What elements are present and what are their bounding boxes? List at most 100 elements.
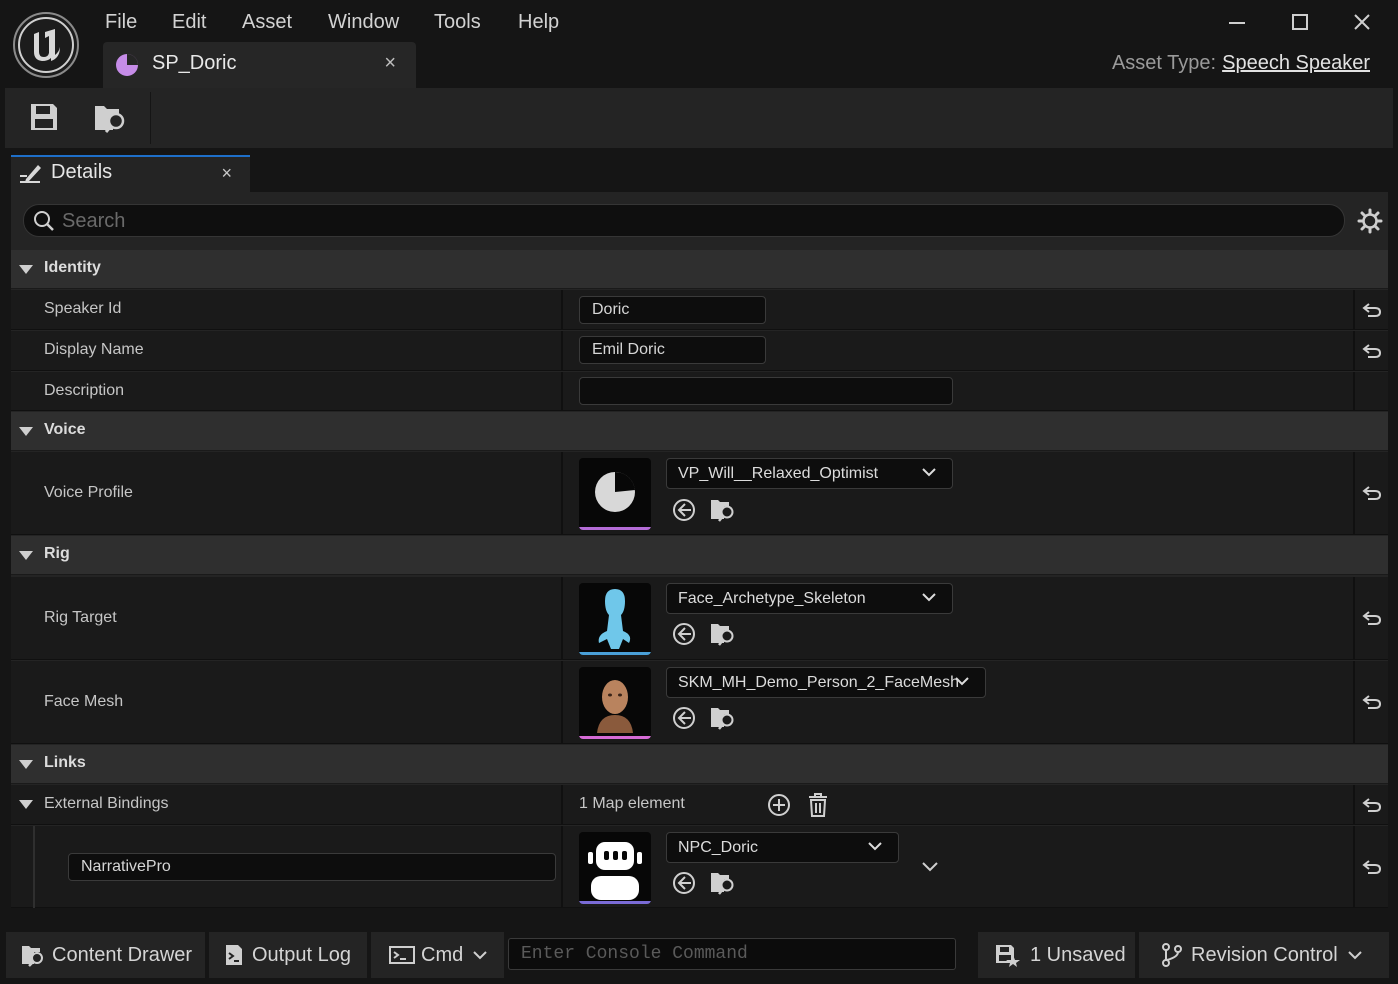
browse-asset-icon[interactable] [709, 705, 737, 731]
collapse-arrow-icon[interactable] [19, 551, 33, 560]
asset-type-info: Asset Type: Speech Speaker [1112, 52, 1370, 75]
revision-control-branch-icon [1161, 943, 1183, 967]
cmd-dropdown-button[interactable]: Cmd [371, 932, 504, 978]
category-rig[interactable]: Rig [11, 536, 1388, 575]
indent-guide [33, 826, 35, 908]
collapse-arrow-icon[interactable] [19, 265, 33, 274]
property-row-external-bindings: External Bindings 1 Map element [11, 785, 1388, 825]
speaker-id-label: Speaker Id [44, 300, 122, 317]
category-voice[interactable]: Voice [11, 412, 1388, 451]
display-name-label: Display Name [44, 341, 144, 358]
description-field[interactable] [579, 377, 953, 405]
property-row-rig-target: Rig Target Face_Archetype_Skeleton [11, 577, 1388, 660]
reset-to-default-icon[interactable] [1353, 826, 1388, 907]
output-log-button[interactable]: Output Log [209, 932, 367, 978]
use-selected-asset-icon[interactable] [672, 706, 696, 730]
content-drawer-button[interactable]: Content Drawer [6, 932, 205, 978]
details-tab-close-icon[interactable]: × [221, 163, 232, 184]
chevron-down-icon [955, 677, 969, 686]
description-label: Description [44, 382, 125, 399]
asset-type-color-bar [579, 652, 651, 655]
settings-gear-icon[interactable] [1357, 208, 1383, 234]
close-window-button[interactable] [1347, 8, 1377, 36]
search-box[interactable] [23, 204, 1345, 237]
collapse-arrow-icon[interactable] [19, 427, 33, 436]
rig-target-picker[interactable]: Face_Archetype_Skeleton [666, 583, 953, 614]
asset-type-color-bar [579, 527, 651, 530]
minimize-button[interactable] [1222, 8, 1252, 36]
use-selected-asset-icon[interactable] [672, 498, 696, 522]
property-row-voice-profile: Voice Profile VP_Will__Relaxed_Optimist [11, 452, 1388, 535]
chevron-down-icon [922, 468, 936, 477]
cmd-label: Cmd [421, 943, 464, 966]
details-icon [18, 162, 44, 186]
category-identity-label: Identity [44, 259, 101, 276]
unsaved-save-icon [994, 943, 1020, 967]
delete-all-trash-icon[interactable] [807, 792, 829, 818]
rig-target-label: Rig Target [44, 609, 117, 626]
browse-asset-icon[interactable] [709, 621, 737, 647]
category-identity[interactable]: Identity [11, 250, 1388, 289]
browse-asset-icon[interactable] [709, 870, 737, 896]
reset-to-default-icon[interactable] [1353, 290, 1388, 329]
console-command-input[interactable] [508, 938, 956, 970]
use-selected-asset-icon[interactable] [672, 871, 696, 895]
chevron-down-icon [868, 842, 882, 851]
browse-asset-icon[interactable] [709, 497, 737, 523]
voice-profile-picker[interactable]: VP_Will__Relaxed_Optimist [666, 458, 953, 489]
rig-target-thumbnail[interactable] [579, 583, 651, 655]
details-tab-label: Details [51, 161, 113, 183]
speech-speaker-asset-icon [115, 53, 139, 77]
document-tab-close-icon[interactable]: × [384, 52, 396, 75]
add-element-icon[interactable] [767, 793, 791, 817]
unreal-logo-icon[interactable] [13, 12, 79, 78]
category-links[interactable]: Links [11, 745, 1388, 784]
entry-options-chevron-down-icon[interactable] [922, 862, 938, 872]
menu-window[interactable]: Window [328, 8, 399, 36]
column-divider [561, 452, 563, 534]
face-mesh-label: Face Mesh [44, 693, 124, 710]
face-mesh-picker[interactable]: SKM_MH_Demo_Person_2_FaceMesh [666, 667, 986, 698]
chevron-down-icon [922, 593, 936, 602]
collapse-arrow-icon[interactable] [19, 760, 33, 769]
column-divider [561, 785, 563, 824]
maximize-button[interactable] [1285, 8, 1315, 36]
revision-control-button[interactable]: Revision Control [1139, 932, 1389, 978]
browse-to-asset-icon[interactable] [93, 102, 127, 134]
menu-help[interactable]: Help [518, 8, 559, 36]
details-tab[interactable]: Details × [11, 155, 250, 192]
asset-type-color-bar [579, 901, 651, 904]
column-divider [561, 372, 563, 410]
unsaved-assets-button[interactable]: 1 Unsaved [978, 932, 1135, 978]
reset-to-default-icon[interactable] [1353, 331, 1388, 370]
external-bindings-label: External Bindings [44, 795, 169, 812]
use-selected-asset-icon[interactable] [672, 622, 696, 646]
binding-value-picker[interactable]: NPC_Doric [666, 832, 899, 863]
menu-tools[interactable]: Tools [434, 8, 481, 36]
voice-profile-thumbnail[interactable] [579, 458, 651, 530]
asset-type-link[interactable]: Speech Speaker [1222, 52, 1370, 74]
search-input[interactable] [62, 208, 1332, 234]
voice-profile-value: VP_Will__Relaxed_Optimist [678, 465, 879, 482]
column-divider [561, 290, 563, 329]
reset-to-default-icon[interactable] [1353, 785, 1388, 824]
category-voice-label: Voice [44, 421, 86, 438]
menu-asset[interactable]: Asset [242, 8, 292, 36]
display-name-field[interactable]: Emil Doric [579, 336, 766, 364]
face-mesh-thumbnail[interactable] [579, 667, 651, 739]
reset-to-default-icon[interactable] [1353, 661, 1388, 743]
console-icon [389, 945, 415, 965]
toolbar [5, 88, 1393, 148]
menu-edit[interactable]: Edit [172, 8, 206, 36]
reset-to-default-icon[interactable] [1353, 452, 1388, 534]
binding-value-thumbnail[interactable] [579, 832, 651, 904]
speaker-id-field[interactable]: Doric [579, 296, 766, 324]
voice-profile-label: Voice Profile [44, 484, 133, 501]
menu-file[interactable]: File [105, 8, 137, 36]
binding-key-field[interactable]: NarrativePro [68, 853, 556, 881]
column-divider [561, 577, 563, 659]
save-icon[interactable] [29, 102, 59, 132]
collapse-arrow-icon[interactable] [19, 800, 33, 809]
document-tab-sp-doric[interactable]: SP_Doric × [103, 42, 416, 88]
reset-to-default-icon[interactable] [1353, 577, 1388, 659]
